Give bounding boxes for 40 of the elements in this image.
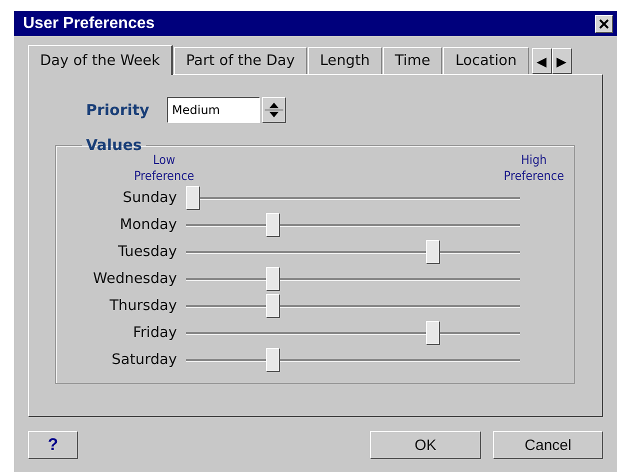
- priority-label: Priority: [86, 101, 150, 119]
- preference-slider[interactable]: [186, 186, 520, 210]
- high-preference-label: High Preference: [504, 152, 564, 184]
- priority-spinner[interactable]: [262, 97, 286, 123]
- slider-thumb[interactable]: [266, 266, 280, 290]
- window-title: User Preferences: [23, 14, 155, 32]
- low-preference-label: Low Preference: [134, 152, 194, 184]
- tab[interactable]: Day of the Week: [28, 45, 173, 75]
- preference-slider[interactable]: [186, 212, 520, 236]
- tab-scroll-button[interactable]: ◀: [532, 48, 552, 74]
- day-label: Sunday: [122, 190, 178, 206]
- slider-thumb[interactable]: [186, 186, 200, 210]
- preference-slider[interactable]: [186, 348, 520, 372]
- group-title: Values: [85, 136, 143, 154]
- slider-thumb[interactable]: [426, 240, 440, 264]
- slider-thumb[interactable]: [266, 294, 280, 318]
- tab-scroll-button[interactable]: ▶: [552, 48, 572, 74]
- close-icon: [599, 18, 609, 28]
- slider-thumb[interactable]: [266, 348, 280, 372]
- cancel-button[interactable]: Cancel: [493, 431, 603, 459]
- day-label: Wednesday: [92, 270, 178, 286]
- day-label: Monday: [118, 216, 178, 232]
- close-button[interactable]: [595, 14, 613, 32]
- priority-field[interactable]: Medium: [167, 97, 260, 123]
- day-label: Saturday: [110, 352, 178, 368]
- tab[interactable]: Time: [382, 47, 442, 74]
- preference-slider[interactable]: [186, 294, 520, 318]
- tab[interactable]: Length: [308, 47, 382, 74]
- ok-button[interactable]: OK: [370, 431, 481, 459]
- preference-slider[interactable]: [186, 266, 520, 290]
- day-label: Tuesday: [117, 244, 178, 260]
- preference-slider[interactable]: [186, 320, 520, 344]
- tab[interactable]: Location: [443, 47, 529, 74]
- slider-thumb[interactable]: [426, 320, 440, 344]
- day-label: Friday: [132, 324, 178, 340]
- preference-slider[interactable]: [186, 240, 520, 264]
- day-label: Thursday: [108, 298, 178, 314]
- help-button[interactable]: ?: [28, 431, 78, 459]
- tab[interactable]: Part of the Day: [174, 47, 307, 74]
- slider-thumb[interactable]: [266, 212, 280, 236]
